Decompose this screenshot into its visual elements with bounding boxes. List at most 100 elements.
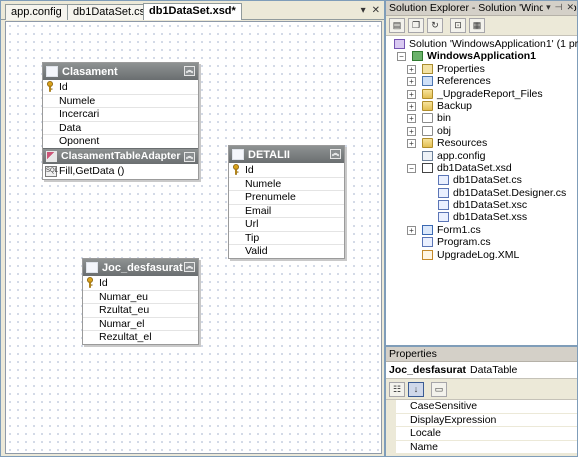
solution-icon [394,39,405,49]
table-column-row[interactable]: Numele [43,93,198,108]
project-icon [412,51,423,62]
tree-node[interactable]: db1DataSet.xss [386,211,577,223]
close-icon[interactable]: ✕ [372,5,380,17]
expand-icon[interactable]: + [407,77,416,87]
table-column-row[interactable]: Id [83,276,198,290]
categorized-icon[interactable]: ☷ [389,381,405,397]
expand-icon[interactable]: + [407,89,416,99]
tree-node[interactable]: Solution 'WindowsApplication1' (1 projec… [386,38,578,50]
table-column-row[interactable]: Valid [229,244,344,258]
table-column-row[interactable]: Data [43,120,198,135]
clasament-table-header[interactable]: Clasament ︽ [43,63,198,80]
table-column-row[interactable]: Url [229,217,344,231]
detalii-table-header[interactable]: DETALII ︽ [229,146,344,163]
properties-button-icon[interactable]: ▤ [389,18,405,33]
tree-node[interactable]: − db1DataSet.xsd [386,162,577,174]
collapse-icon[interactable]: ︽ [184,151,195,162]
table-column-row[interactable]: Numele [229,176,344,191]
folder-icon [422,88,433,99]
expand-icon[interactable]: + [407,139,416,149]
joc-desfasurat-table-header[interactable]: Joc_desfasurat ︽ [83,259,198,276]
collapse-icon[interactable]: − [407,163,416,173]
tree-node-label: Form1.cs [437,223,481,236]
pin-icon[interactable]: ⊣ [555,2,563,13]
datatable-icon [86,262,98,273]
table-column-row[interactable]: Rezultat_el [83,330,198,344]
detalii-table[interactable]: DETALII ︽ Id Numele Prenumele Email Url Tip Va… [228,145,345,259]
property-row[interactable]: Locale [386,427,577,441]
expand-icon[interactable]: + [407,101,416,111]
tab-db1dataset-xsd[interactable]: db1DataSet.xsd* [143,3,242,20]
tree-node[interactable]: UpgradeLog.XML [386,249,577,261]
tree-node[interactable]: + obj [386,125,577,137]
property-name: DisplayExpression [386,413,577,426]
expand-icon[interactable]: + [407,114,416,124]
expand-icon[interactable]: + [407,225,416,235]
collapse-icon[interactable]: − [397,52,406,62]
tab-dropdown-icon[interactable]: ▾ [361,5,366,17]
table-column-row[interactable]: Prenumele [229,190,344,204]
detalii-columns: Id Numele Prenumele Email Url Tip Valid [229,163,344,258]
clasament-table[interactable]: Clasament ︽ Id Numele Incercari Data Oponent… [42,62,199,180]
properties-folder-icon [422,63,433,74]
tree-node[interactable]: − WindowsApplication1 [386,50,577,62]
table-column-row[interactable]: Numar_eu [83,289,198,304]
table-column-row[interactable]: Id [229,163,344,177]
close-icon[interactable]: ✕ [566,2,574,13]
table-column-row[interactable]: Tip [229,230,344,245]
table-column-row[interactable]: Numar_el [83,316,198,331]
table-column-row[interactable]: Oponent [43,134,198,148]
tree-node-label: db1DataSet.Designer.cs [453,186,567,199]
table-column-name: Data [59,121,82,134]
tree-node[interactable]: + Properties [386,63,577,75]
tree-node[interactable]: db1DataSet.Designer.cs [386,187,577,199]
table-column-row[interactable]: Id [43,80,198,94]
detalii-table-title: DETALII [248,148,290,161]
panel-dropdown-icon[interactable]: ▾ [546,2,551,13]
tree-node[interactable]: db1DataSet.xsc [386,199,577,211]
table-column-row[interactable]: Incercari [43,107,198,121]
tree-node-label: References [437,75,491,88]
expand-icon[interactable]: + [407,64,416,74]
property-row[interactable]: DisplayExpression [386,413,577,427]
datatable-icon [46,66,58,77]
property-row[interactable]: CaseSensitive [386,400,577,414]
table-column-row[interactable]: Email [229,203,344,218]
tab-controls: ▾ ✕ [361,4,380,18]
tree-node[interactable]: + Form1.cs [386,224,577,236]
references-icon [422,76,433,87]
collapse-icon[interactable]: ︽ [330,149,341,159]
tree-node[interactable]: + Backup [386,100,577,112]
property-pages-icon[interactable]: ▭ [431,381,447,397]
collapse-icon[interactable]: ︽ [184,66,195,76]
table-column-row[interactable]: Rzultat_eu [83,303,198,317]
document-tabstrip: app.config db1DataSet.cs* db1DataSet.xsd… [1,1,384,20]
collapse-icon[interactable]: ︽ [184,262,195,272]
view-designer-icon[interactable]: ▦ [469,18,485,33]
designer-canvas[interactable]: Clasament ︽ Id Numele Incercari Data Oponent… [5,21,382,454]
selected-object-name: Joc_desfasurat [389,364,467,376]
tree-node[interactable]: app.config [386,150,577,162]
alphabetical-icon[interactable]: ↓ [408,381,424,397]
folder-icon [422,100,433,111]
tree-node[interactable]: + References [386,75,577,87]
clasament-adapter-header[interactable]: ClasamentTableAdapter ︽ [43,147,198,164]
tree-node[interactable]: + bin [386,112,577,124]
table-column-name: Id [59,80,68,93]
adapter-method-row[interactable]: SQL Fill,GetData () [43,164,198,179]
cs-file-icon [438,175,449,186]
object-selector[interactable]: Joc_desfasurat DataTable [386,362,577,379]
show-all-files-icon[interactable]: ❐ [408,18,424,33]
joc-desfasurat-table[interactable]: Joc_desfasurat ︽ Id Numar_eu Rzultat_eu Num… [82,258,199,345]
tree-node[interactable]: Program.cs [386,236,577,248]
tree-node[interactable]: db1DataSet.cs [386,174,577,186]
property-name: Name [386,440,577,453]
refresh-icon[interactable]: ↻ [427,18,443,33]
tree-node[interactable]: + _UpgradeReport_Files [386,88,577,100]
tab-app-config[interactable]: app.config [5,4,68,20]
tree-node[interactable]: + Resources [386,137,577,149]
view-code-icon[interactable]: ⊡ [450,18,466,33]
expand-icon[interactable]: + [407,126,416,136]
property-row[interactable]: Name [386,440,577,454]
solution-explorer-panel: Solution Explorer - Solution 'WindowsApp… [385,0,578,346]
